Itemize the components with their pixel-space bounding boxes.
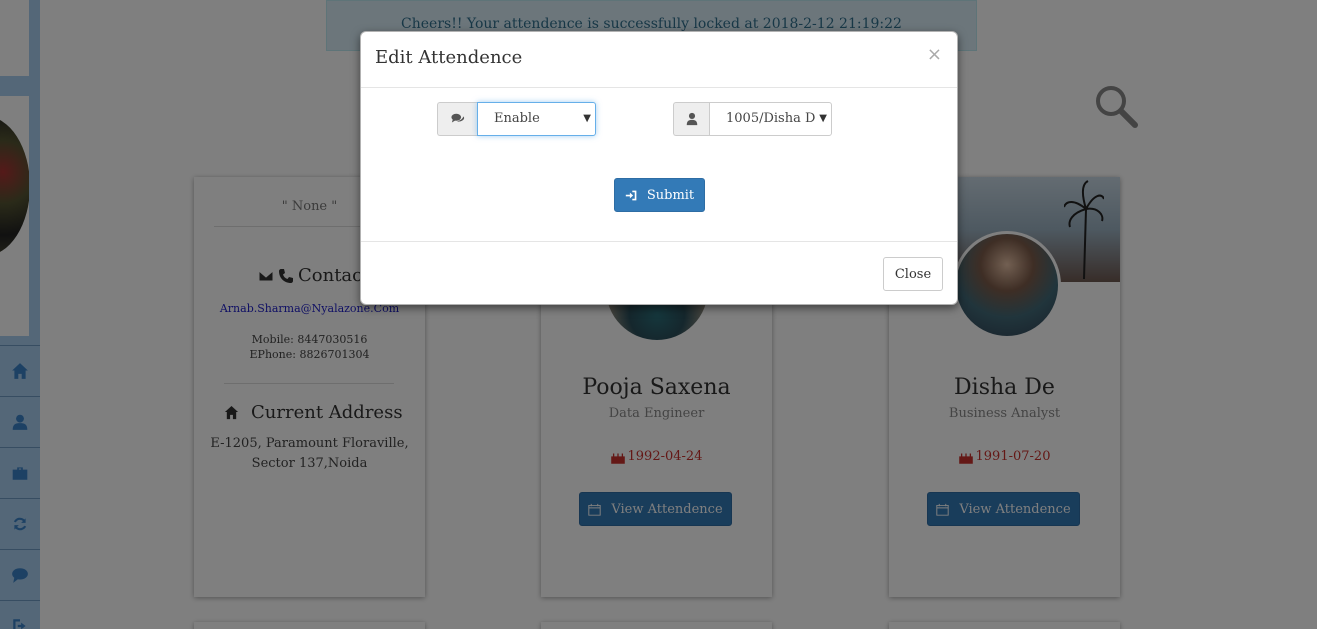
sign-in-icon bbox=[625, 190, 637, 200]
close-icon[interactable]: × bbox=[927, 44, 942, 65]
modal-title: Edit Attendence bbox=[375, 47, 523, 68]
dropdown-arrow-icon: ▼ bbox=[580, 103, 591, 135]
close-button[interactable]: Close bbox=[883, 257, 943, 291]
comments-icon bbox=[450, 113, 464, 123]
submit-button[interactable]: Submit bbox=[614, 178, 705, 212]
status-input-group: Enable ▼ bbox=[437, 102, 596, 136]
employee-select[interactable]: 1005/Disha De ▼ bbox=[709, 102, 832, 136]
modal-header: Edit Attendence × bbox=[361, 32, 957, 88]
employee-select-value: 1005/Disha De bbox=[726, 111, 824, 126]
edit-attendence-modal: Edit Attendence × Enable ▼ 1005/Disha De… bbox=[360, 31, 958, 305]
employee-addon bbox=[673, 102, 709, 136]
dropdown-arrow-icon: ▼ bbox=[816, 103, 827, 135]
status-select-value: Enable bbox=[494, 111, 540, 126]
employee-input-group: 1005/Disha De ▼ bbox=[673, 102, 832, 136]
status-addon bbox=[437, 102, 477, 136]
status-select[interactable]: Enable ▼ bbox=[477, 102, 596, 136]
submit-label: Submit bbox=[646, 187, 695, 203]
modal-footer: Close bbox=[361, 241, 957, 305]
user-icon bbox=[686, 112, 697, 126]
